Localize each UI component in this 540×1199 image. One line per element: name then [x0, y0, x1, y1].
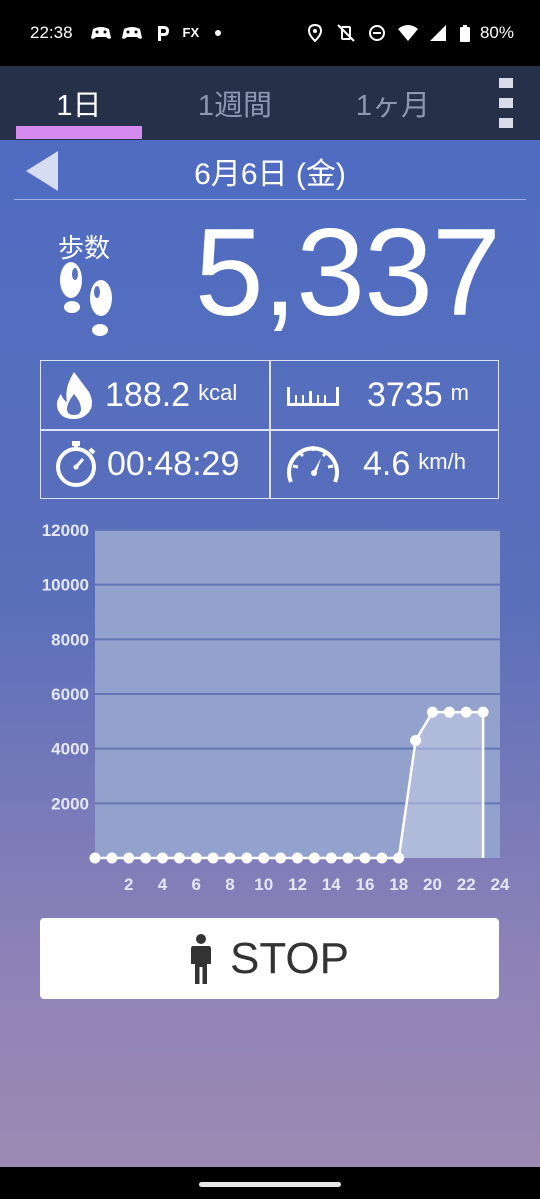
signal-icon — [429, 25, 446, 41]
x-tick-label: 4 — [158, 875, 168, 894]
chart-data-point — [292, 852, 303, 864]
chart-data-point — [308, 852, 320, 864]
chart-data-point — [173, 852, 185, 864]
chart-data-point — [123, 852, 135, 864]
y-tick-label: 2000 — [51, 794, 89, 813]
battery-icon — [459, 25, 470, 42]
duration-value: 00:48:29 — [107, 444, 240, 483]
speedometer-icon — [287, 446, 339, 483]
overflow-menu-button[interactable] — [492, 78, 520, 128]
distance-value: 3735 — [367, 375, 443, 414]
chart-data-point — [241, 852, 253, 864]
chart-data-point — [207, 852, 219, 864]
fx-icon: FX — [182, 25, 200, 40]
y-tick-label: 12000 — [42, 521, 89, 540]
status-bar: 22:38 FX 80% — [0, 0, 540, 66]
battery-percent: 80% — [479, 23, 514, 42]
chart-data-point — [89, 852, 101, 864]
game-controller-icon — [90, 27, 111, 39]
x-tick-label: 24 — [491, 875, 510, 894]
chart-data-point — [157, 852, 168, 864]
y-tick-label: 8000 — [51, 630, 89, 649]
tab-month[interactable]: 1ヶ月 — [330, 66, 456, 140]
ruler-icon — [287, 387, 339, 406]
x-tick-label: 22 — [457, 875, 476, 894]
active-tab-indicator — [16, 126, 142, 139]
y-tick-label: 4000 — [51, 740, 89, 759]
tab-day-label: 1日 — [56, 90, 102, 122]
x-tick-label: 6 — [192, 875, 201, 894]
menu-dot — [499, 78, 513, 88]
menu-dot — [499, 118, 513, 128]
y-tick-label: 6000 — [51, 685, 89, 704]
stopwatch-icon — [56, 441, 96, 487]
chart-data-point — [376, 852, 388, 864]
wifi-icon — [397, 25, 418, 41]
x-tick-label: 2 — [124, 875, 133, 894]
vibrate-off-icon — [337, 24, 355, 42]
chart-data-point — [140, 852, 152, 864]
x-tick-label: 12 — [288, 875, 307, 894]
hourly-steps-chart: 12000 10000 8000 6000 4000 2000 2 4 6 8 10 12 14 16 18… — [0, 518, 540, 898]
x-tick-label: 14 — [322, 875, 341, 894]
speed-value: 4.6 — [363, 444, 411, 483]
stats-grid: 188.2 kcal 3735 m 00:48:29 4.6 km/h — [40, 360, 499, 499]
duration-cell: 00:48:29 — [53, 430, 268, 498]
menu-dot — [499, 98, 513, 108]
chart-data-point — [224, 852, 236, 864]
x-tick-label: 20 — [423, 875, 442, 894]
stop-button-label: STOP — [229, 933, 349, 983]
steps-count: 5,337 — [194, 204, 501, 342]
distance-unit: m — [450, 380, 469, 405]
calories-value: 188.2 — [105, 375, 191, 414]
calories-cell: 188.2 kcal — [53, 361, 268, 429]
tab-week[interactable]: 1週間 — [172, 66, 298, 140]
chart-data-point — [106, 852, 118, 864]
chart-data-point — [427, 706, 438, 718]
stop-button[interactable]: STOP — [40, 918, 499, 999]
chart-data-point — [342, 852, 354, 864]
date-header: 6月6日 (金) — [0, 140, 540, 202]
location-icon — [307, 24, 322, 42]
chart-data-point — [443, 706, 455, 718]
game-controller-icon — [121, 27, 142, 39]
chart-data-point — [460, 706, 472, 718]
calories-unit: kcal — [198, 380, 238, 405]
chart-data-point — [477, 706, 489, 718]
previous-day-arrow-icon[interactable] — [24, 149, 64, 193]
footprints-icon — [60, 262, 112, 336]
chart-data-point — [325, 852, 337, 864]
speed-unit: km/h — [418, 449, 466, 474]
chart-data-point — [410, 734, 422, 746]
x-tick-label: 10 — [254, 875, 273, 894]
chart-data-point — [190, 852, 202, 864]
x-tick-label: 18 — [389, 875, 408, 894]
chart-data-point — [393, 852, 405, 864]
home-gesture-handle[interactable] — [199, 1182, 341, 1187]
chart-data-point — [359, 852, 371, 864]
tab-week-label: 1週間 — [197, 90, 273, 122]
chart-canvas: 120001000080006000400020002 4 6 8 10 12 14 16 18… — [42, 521, 510, 894]
status-time: 22:38 — [30, 23, 73, 42]
dot-icon — [214, 30, 221, 36]
x-tick-label: 16 — [356, 875, 375, 894]
y-tick-label: 10000 — [42, 576, 89, 595]
chart-data-point — [275, 852, 287, 864]
parking-icon — [157, 26, 169, 41]
do-not-disturb-icon — [368, 25, 385, 41]
date-label: 6月6日 (金) — [194, 158, 346, 191]
x-tick-label: 8 — [225, 875, 234, 894]
system-nav-bar — [0, 1167, 540, 1199]
chart-data-point — [258, 852, 270, 864]
main-content: 6月6日 (金) 歩数 5,337 188.2 kcal 3735 m 00:4… — [0, 140, 540, 1167]
speed-cell: 4.6 km/h — [285, 430, 499, 498]
tab-month-label: 1ヶ月 — [355, 90, 431, 122]
header-divider — [14, 199, 526, 200]
person-icon — [190, 933, 211, 984]
flame-icon — [56, 372, 92, 419]
distance-cell: 3735 m — [285, 361, 499, 429]
